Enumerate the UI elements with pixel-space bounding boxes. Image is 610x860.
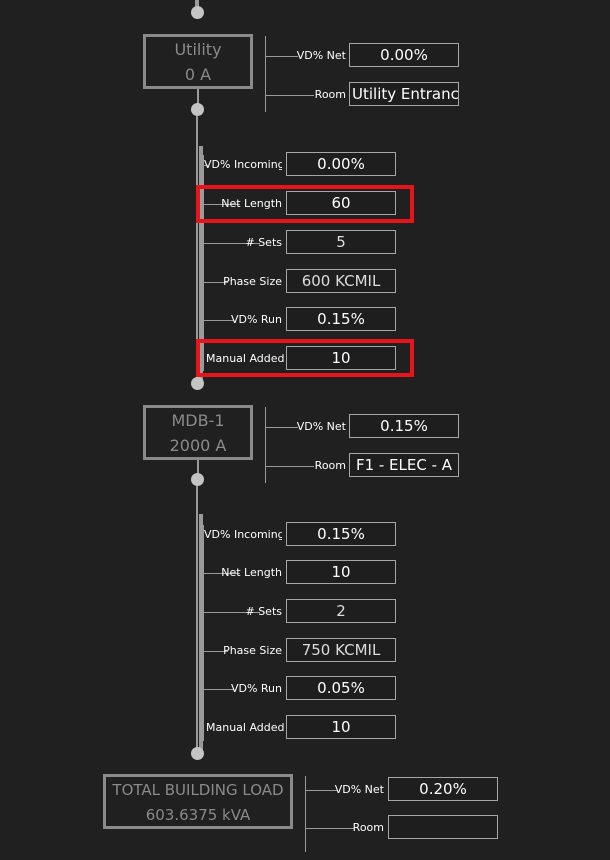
mdb1-node-name: MDB-1 bbox=[171, 411, 225, 430]
feeder2-net-length-label: Net Length bbox=[221, 566, 282, 579]
utility-room-field[interactable]: Utility Entrance bbox=[349, 82, 459, 106]
utility-vdnet-label: VD% Net bbox=[296, 49, 346, 62]
mdb1-room-field[interactable]: F1 - ELEC - A bbox=[349, 453, 459, 477]
total-building-load-node[interactable]: TOTAL BUILDING LOAD 603.6375 kVA bbox=[103, 774, 293, 829]
feeder2-phase-size-label: Phase Size bbox=[223, 644, 282, 657]
mdb1-room-label: Room bbox=[314, 459, 346, 472]
mdb1-input-node[interactable] bbox=[191, 377, 204, 390]
mdb1-vdnet-field[interactable]: 0.15% bbox=[349, 414, 459, 438]
total-panel-bracket bbox=[305, 776, 306, 852]
mdb1-node[interactable]: MDB-1 2000 A bbox=[143, 405, 253, 460]
feeder2-vd-run-label: VD% Run bbox=[230, 682, 282, 695]
mdb1-vdnet-label: VD% Net bbox=[296, 420, 346, 433]
feeder2-sets-field[interactable]: 2 bbox=[286, 599, 396, 623]
mdb1-output-node[interactable] bbox=[191, 473, 204, 486]
utility-node[interactable]: Utility 0 A bbox=[143, 34, 253, 89]
feeder2-manual-added-field[interactable]: 10 bbox=[286, 715, 396, 739]
utility-vdnet-field[interactable]: 0.00% bbox=[349, 43, 459, 67]
mdb1-panel-bracket bbox=[265, 407, 266, 483]
total-node-name: TOTAL BUILDING LOAD bbox=[112, 781, 284, 799]
feeder1-vd-incoming-label: VD% Incoming bbox=[204, 158, 282, 171]
feeder2-sets-label: # Sets bbox=[245, 605, 282, 618]
total-input-node[interactable] bbox=[191, 747, 204, 760]
total-node-rating: 603.6375 kVA bbox=[145, 806, 251, 824]
feeder1-sets-field[interactable]: 5 bbox=[286, 230, 396, 254]
feeder2-bracket bbox=[203, 525, 204, 741]
total-room-field[interactable] bbox=[388, 815, 498, 839]
feeder2-net-length-field[interactable]: 10 bbox=[286, 560, 396, 584]
utility-room-label: Room bbox=[314, 88, 346, 101]
utility-node-rating: 0 A bbox=[184, 65, 212, 84]
feeder2-phase-size-field[interactable]: 750 KCMIL bbox=[286, 638, 396, 662]
utility-panel-bracket bbox=[265, 36, 266, 112]
feeder1-vd-run-label: VD% Run bbox=[230, 313, 282, 326]
total-vdnet-field[interactable]: 0.20% bbox=[388, 777, 498, 801]
one-line-diagram-canvas: Utility 0 A VD% Net 0.00% Room Utility E… bbox=[0, 0, 610, 860]
manual-added-highlight bbox=[196, 339, 414, 377]
feeder1-vd-run-field[interactable]: 0.15% bbox=[286, 307, 396, 331]
feeder1-phase-size-label: Phase Size bbox=[223, 275, 282, 288]
total-room-label: Room bbox=[352, 821, 384, 834]
net-length-highlight bbox=[196, 185, 414, 223]
feeder2-vd-run-field[interactable]: 0.05% bbox=[286, 676, 396, 700]
utility-output-node[interactable] bbox=[191, 103, 204, 116]
feeder2-vd-incoming-label: VD% Incoming bbox=[204, 528, 282, 541]
utility-node-name: Utility bbox=[174, 40, 222, 59]
feeder2-line-a bbox=[196, 486, 198, 754]
top-connection-node[interactable] bbox=[191, 6, 204, 19]
feeder1-vd-incoming-field[interactable]: 0.00% bbox=[286, 152, 396, 176]
feeder2-manual-added-label: Manual Added L bbox=[206, 721, 286, 734]
total-vdnet-label: VD% Net bbox=[334, 783, 384, 796]
feeder1-phase-size-field[interactable]: 600 KCMIL bbox=[286, 269, 396, 293]
feeder2-vd-incoming-field[interactable]: 0.15% bbox=[286, 522, 396, 546]
mdb1-node-rating: 2000 A bbox=[169, 436, 227, 455]
feeder1-sets-label: # Sets bbox=[245, 236, 282, 249]
